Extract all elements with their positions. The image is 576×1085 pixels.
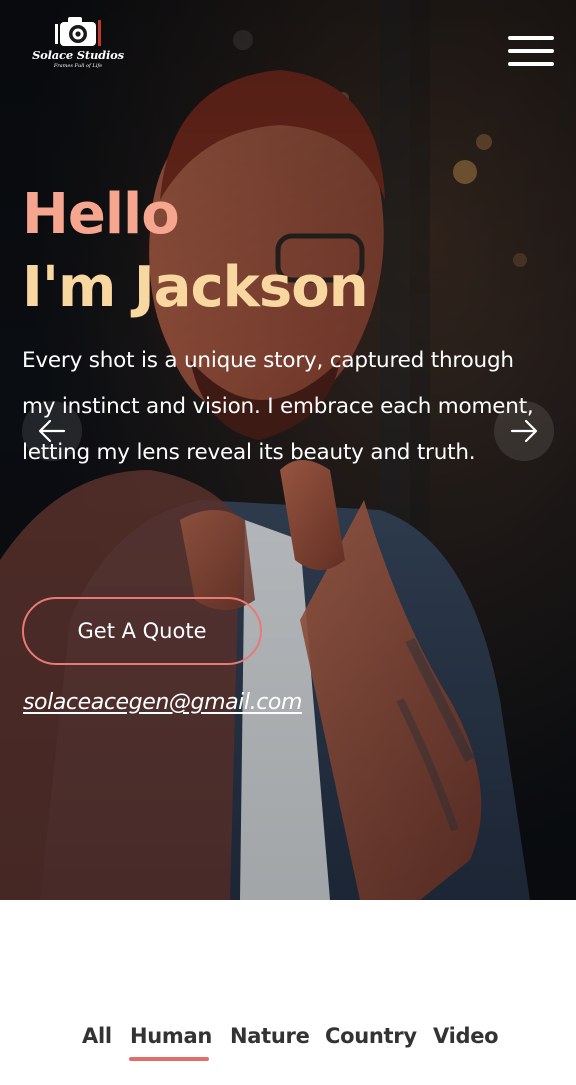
camera-icon bbox=[55, 17, 101, 46]
gallery-filter-tabs: All Human Nature Country Video bbox=[0, 1020, 576, 1070]
email-link[interactable]: solaceacegen@gmail.com bbox=[23, 690, 302, 715]
tab-human[interactable]: Human bbox=[130, 1024, 212, 1048]
tab-all[interactable]: All bbox=[82, 1024, 112, 1048]
hamburger-menu-icon[interactable] bbox=[508, 36, 554, 68]
carousel-next-button[interactable] bbox=[494, 401, 554, 461]
active-tab-indicator bbox=[129, 1057, 209, 1061]
brand-tagline: Frames Full of Life bbox=[53, 63, 103, 69]
hero-description: Every shot is a unique story, captured t… bbox=[22, 348, 534, 465]
arrow-left-icon bbox=[38, 419, 66, 443]
hero-section: Solace Studios Frames Full of Life Hello… bbox=[0, 0, 576, 900]
hero-headline: Hello I'm Jackson bbox=[22, 182, 369, 328]
tab-country[interactable]: Country bbox=[325, 1024, 417, 1048]
tab-video[interactable]: Video bbox=[433, 1024, 499, 1048]
brand-logo[interactable]: Solace Studios Frames Full of Life bbox=[32, 12, 124, 76]
hero-name: I'm Jackson bbox=[22, 255, 369, 320]
tab-nature[interactable]: Nature bbox=[230, 1024, 310, 1048]
hero-greeting: Hello bbox=[22, 182, 180, 247]
carousel-prev-button[interactable] bbox=[22, 401, 82, 461]
brand-name: Solace Studios bbox=[32, 48, 124, 62]
get-quote-button[interactable]: Get A Quote bbox=[22, 597, 262, 665]
arrow-right-icon bbox=[510, 419, 538, 443]
